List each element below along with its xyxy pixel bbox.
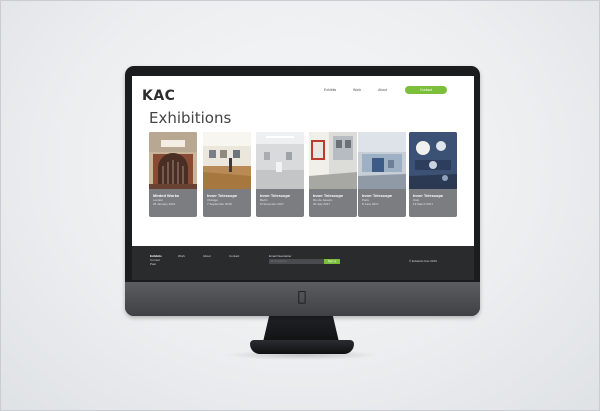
nav-link-work[interactable]: Work [353, 88, 361, 92]
newsletter-email-input[interactable] [269, 259, 324, 264]
exhibition-card[interactable]: Inner Telescope Oslo 13 March 2017 [409, 132, 457, 217]
monitor-stand-base [250, 340, 354, 354]
contact-button[interactable]: Contact [405, 86, 447, 94]
exhibition-thumbnail [203, 132, 251, 189]
exhibition-thumbnail [358, 132, 406, 189]
card-date: 13 March 2017 [413, 202, 434, 206]
monitor-screen: KAC Exhibits Work About Contact Exhibiti… [132, 76, 474, 280]
footer-link-about[interactable]: About [203, 254, 211, 258]
copyright-text: © Eduardo Kac 2019 [409, 259, 437, 263]
site-logo[interactable]: KAC [142, 88, 175, 104]
nav-link-exhibits[interactable]: Exhibits [324, 88, 336, 92]
site-navbar: KAC Exhibits Work About Contact [132, 76, 474, 104]
card-date: 30 July 2017 [313, 202, 331, 206]
exhibition-card[interactable]: Inner Telescope Berlin 8 November 2017 [256, 132, 304, 217]
card-info: Inner Telescope Chicago 7 September 2018 [203, 189, 251, 217]
footer-link-contact[interactable]: Contact [229, 254, 239, 258]
exhibition-thumbnail [409, 132, 457, 189]
apple-logo-icon:  [295, 289, 309, 305]
monitor-stand-neck [263, 316, 339, 342]
page-title: Exhibitions [149, 109, 232, 127]
card-info: Inner Telescope Berlin 8 November 2017 [256, 189, 304, 217]
card-date: 8 June 2017 [362, 202, 379, 206]
exhibition-card[interactable]: Inner Telescope Chicago 7 September 2018 [203, 132, 251, 217]
nav-link-about[interactable]: About [378, 88, 387, 92]
exhibition-card[interactable]: Inner Telescope Rio de Janeiro 30 July 2… [309, 132, 357, 217]
card-info: Inner Telescope Rio de Janeiro 30 July 2… [309, 189, 357, 217]
card-info: Inner Telescope Oslo 13 March 2017 [409, 189, 457, 217]
footer-link-work[interactable]: Work [178, 254, 185, 258]
card-info: Inner Telescope Paris 8 June 2017 [358, 189, 406, 217]
exhibition-thumbnail [256, 132, 304, 189]
site-footer: Exhibits Current Past Work About Contact… [132, 246, 474, 280]
exhibition-card[interactable]: Minted Works London 25 January 2016 [149, 132, 197, 217]
card-info: Minted Works London 25 January 2016 [149, 189, 197, 217]
card-date: 7 September 2018 [207, 202, 232, 206]
footer-link-past[interactable]: Past [150, 262, 156, 266]
exhibition-thumbnail [309, 132, 357, 189]
card-date: 25 January 2016 [153, 202, 176, 206]
newsletter-label: Email Newsletter [269, 254, 292, 258]
exhibition-thumbnail [149, 132, 197, 189]
newsletter-signup-button[interactable]: Sign up [324, 259, 340, 264]
card-date: 8 November 2017 [260, 202, 284, 206]
exhibition-card[interactable]: Inner Telescope Paris 8 June 2017 [358, 132, 406, 217]
